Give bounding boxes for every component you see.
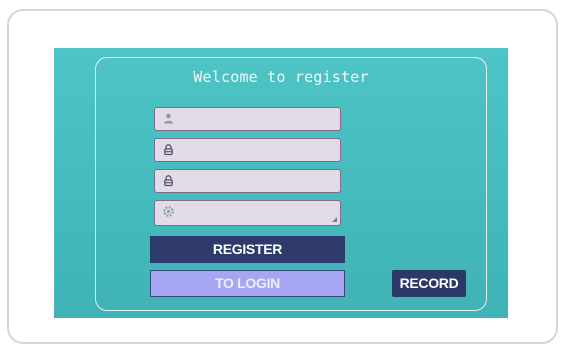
- gear-icon: [163, 206, 174, 217]
- password-field[interactable]: [154, 138, 341, 162]
- record-button[interactable]: RECORD: [392, 270, 466, 297]
- username-input[interactable]: [181, 110, 331, 128]
- user-icon: [164, 113, 173, 124]
- password-input[interactable]: [181, 141, 331, 159]
- device-screen: Welcome to register REGISTER TO LOGIN RE…: [54, 48, 508, 318]
- code-field[interactable]: [154, 200, 341, 226]
- code-input[interactable]: [181, 203, 331, 221]
- page-title: Welcome to register: [193, 68, 369, 86]
- username-field[interactable]: [154, 107, 341, 131]
- register-button[interactable]: REGISTER: [150, 236, 345, 263]
- confirm-password-field[interactable]: [154, 169, 341, 193]
- resize-grip-icon: [332, 217, 337, 222]
- confirm-password-input[interactable]: [181, 172, 331, 190]
- lock-icon: [164, 144, 173, 156]
- lock-icon: [164, 175, 173, 187]
- to-login-button[interactable]: TO LOGIN: [150, 270, 345, 297]
